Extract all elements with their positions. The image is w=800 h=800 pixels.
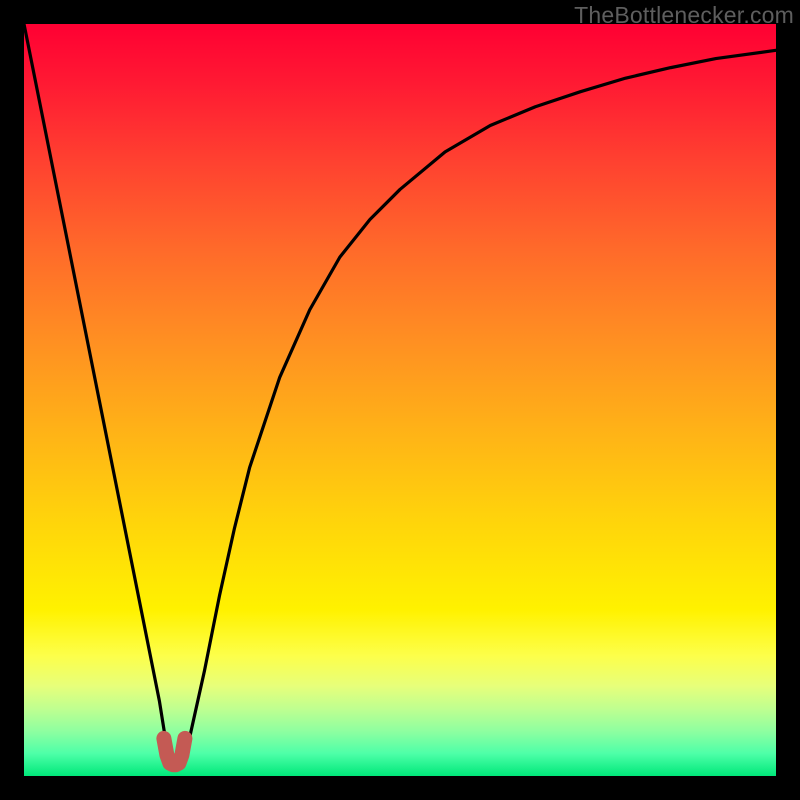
chart-svg [24, 24, 776, 776]
attribution-text: TheBottlenecker.com [574, 2, 794, 29]
chart-frame: TheBottlenecker.com [0, 0, 800, 800]
bottleneck-curve [24, 24, 776, 765]
plot-area [24, 24, 776, 776]
bottom-marker [164, 738, 185, 764]
